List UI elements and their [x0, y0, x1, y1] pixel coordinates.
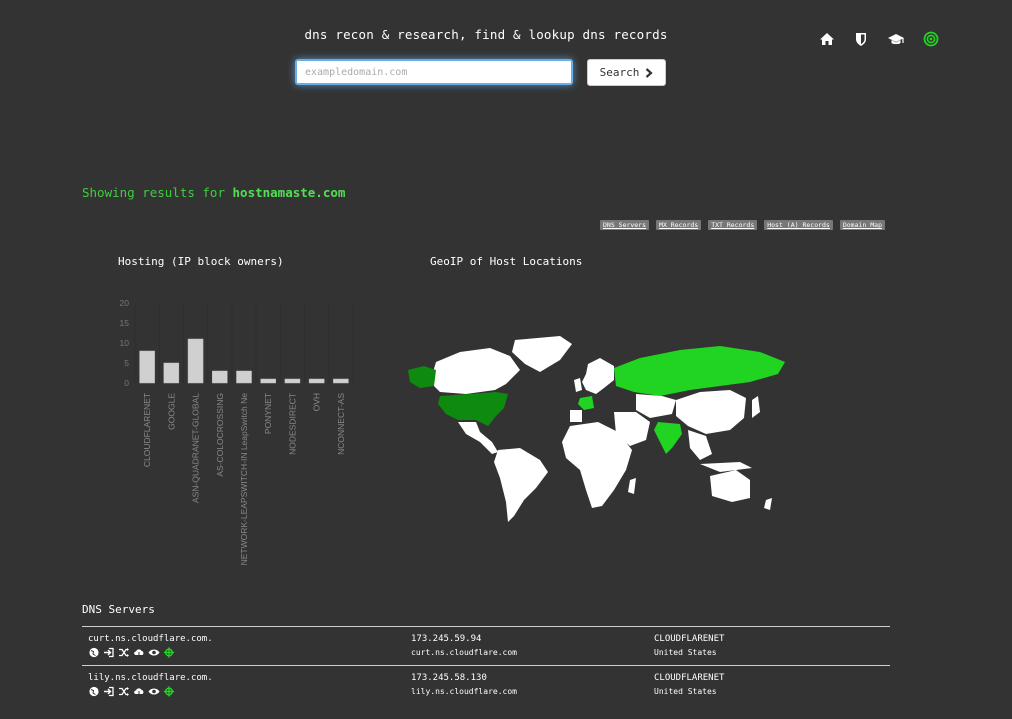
crosshairs-icon[interactable] [163, 647, 175, 658]
map-central-asia[interactable] [636, 394, 676, 418]
x-tick-label: PONYNET [263, 393, 273, 434]
results-heading: Showing results for hostnamaste.com [82, 185, 345, 200]
map-mexico[interactable] [458, 422, 498, 454]
random-icon[interactable] [118, 647, 130, 658]
dns-reverse: curt.ns.cloudflare.com [411, 648, 517, 657]
bar [187, 338, 204, 384]
x-tick-label: NETWORK-LEAPSWITCH-IN LeapSwitch Ne [239, 393, 249, 566]
dns-reverse: lily.ns.cloudflare.com [411, 687, 517, 696]
jump-link-domain-map[interactable]: Domain Map [839, 220, 885, 230]
map-madagascar[interactable] [628, 478, 636, 494]
map-iberia[interactable] [570, 410, 582, 422]
dns-host: lily.ns.cloudflare.com. [88, 673, 213, 683]
bar [333, 378, 349, 384]
map-australia[interactable] [710, 470, 750, 502]
bar [284, 378, 301, 384]
bar [212, 370, 228, 384]
jump-link-mx-records[interactable]: MX Records [656, 220, 702, 230]
hosting-bar-chart: 0 5 10 15 20 CLOUDFLARENET GOOGLE ASN-QUADRANET… [120, 298, 354, 566]
search-button-label: Search [599, 66, 640, 79]
table-row: curt.ns.cloudflare.com. 173.245.59.94 cu… [82, 626, 890, 665]
results-prefix: Showing results for [82, 185, 233, 200]
results-domain: hostnamaste.com [232, 185, 346, 200]
map-uk[interactable] [574, 378, 582, 392]
map-alaska[interactable] [408, 366, 436, 388]
sign-in-icon[interactable] [103, 686, 115, 697]
dns-ip: 173.245.58.130 [411, 673, 487, 683]
map-india[interactable] [654, 422, 682, 454]
bar [139, 350, 155, 384]
graduation-cap-icon[interactable] [886, 30, 906, 48]
cloud-download-icon[interactable] [133, 686, 145, 697]
search-input[interactable] [295, 59, 573, 85]
x-tick-label: OVH [312, 393, 322, 411]
dns-country: United States [654, 687, 717, 696]
map-southeast-asia[interactable] [688, 430, 712, 460]
map-russia[interactable] [614, 346, 785, 396]
y-tick-label: 20 [120, 298, 130, 308]
bar [308, 378, 325, 384]
chevron-right-icon [646, 67, 654, 78]
map-china[interactable] [676, 390, 746, 434]
map-canada[interactable] [430, 348, 520, 394]
map-south-america[interactable] [494, 448, 548, 522]
map-indonesia[interactable] [700, 462, 752, 472]
jump-link-host-records[interactable]: Host (A) Records [764, 220, 833, 230]
y-tick-label: 0 [124, 378, 129, 388]
map-new-zealand[interactable] [764, 498, 772, 510]
bar [260, 378, 276, 384]
dns-servers-heading: DNS Servers [82, 603, 155, 616]
x-tick-label: ASN-QUADRANET-GLOBAL [191, 393, 201, 503]
crosshairs-icon[interactable] [163, 686, 175, 697]
row-action-icons [88, 686, 213, 697]
x-tick-label: GOOGLE [166, 393, 176, 430]
map-united-states[interactable] [438, 392, 508, 426]
dns-host: curt.ns.cloudflare.com. [88, 634, 213, 644]
dns-ip: 173.245.59.94 [411, 634, 482, 644]
x-tick-label: NCONNECT-AS [336, 393, 346, 455]
dns-asn: CLOUDFLARENET [654, 634, 725, 644]
dns-servers-table: curt.ns.cloudflare.com. 173.245.59.94 cu… [82, 626, 890, 704]
eye-icon[interactable] [148, 686, 160, 697]
x-tick-label: NODESDIRECT [287, 393, 297, 455]
bar [236, 370, 252, 384]
y-tick-label: 15 [120, 318, 130, 328]
geoip-map-title: GeoIP of Host Locations [430, 255, 583, 268]
geoip-world-map [408, 336, 785, 522]
table-row: lily.ns.cloudflare.com. 173.245.58.130 l… [82, 665, 890, 704]
y-tick-label: 10 [120, 338, 130, 348]
random-icon[interactable] [118, 686, 130, 697]
dns-country: United States [654, 648, 717, 657]
jump-link-txt-records[interactable]: TXT Records [708, 220, 758, 230]
map-france[interactable] [578, 396, 594, 410]
search-button[interactable]: Search [587, 59, 666, 86]
jump-link-dns-servers[interactable]: DNS Servers [600, 220, 650, 230]
sign-in-icon[interactable] [103, 647, 115, 658]
globe-icon[interactable] [88, 647, 100, 658]
globe-icon[interactable] [88, 686, 100, 697]
dns-asn: CLOUDFLARENET [654, 673, 725, 683]
cloud-download-icon[interactable] [133, 647, 145, 658]
map-japan[interactable] [752, 396, 760, 418]
bar [163, 362, 180, 384]
map-europe[interactable] [582, 358, 614, 394]
eye-icon[interactable] [148, 647, 160, 658]
jump-links: DNS Servers MX Records TXT Records Host … [600, 220, 885, 230]
x-tick-label: CLOUDFLARENET [142, 393, 152, 467]
shield-icon[interactable] [852, 30, 870, 48]
top-nav [818, 30, 940, 48]
map-greenland [512, 336, 572, 372]
y-tick-label: 5 [124, 358, 129, 368]
row-action-icons [88, 647, 213, 658]
hosting-chart-title: Hosting (IP block owners) [118, 255, 284, 268]
home-icon[interactable] [818, 30, 836, 48]
x-tick-label: AS-COLOCROSSING [215, 393, 225, 477]
target-icon[interactable] [922, 30, 940, 48]
